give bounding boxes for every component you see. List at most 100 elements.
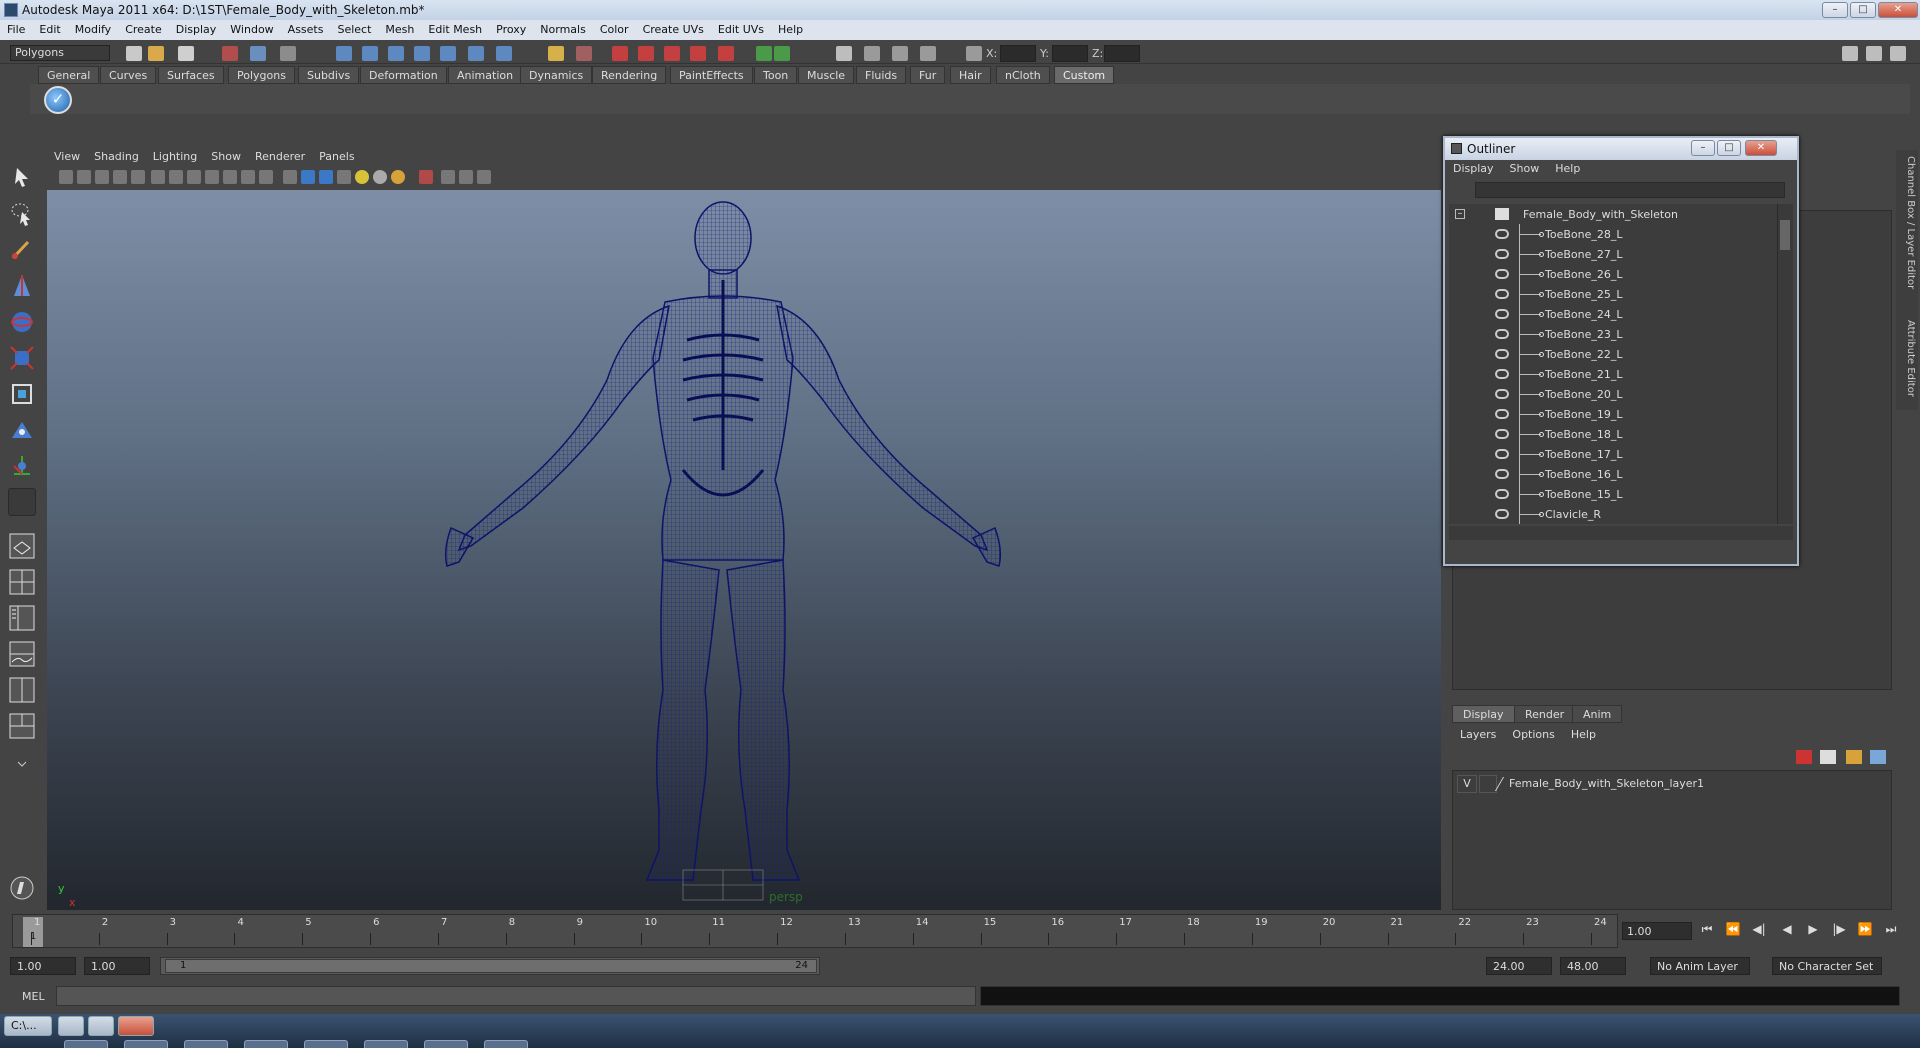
persp-graph-layout-icon[interactable] [8,640,36,668]
outliner-row[interactable]: ToeBone_24_L [1449,304,1777,324]
outliner-title-bar[interactable]: Outliner – □ ✕ [1445,138,1797,160]
shelf-tab-dynamics[interactable]: Dynamics [520,66,593,84]
menu-help[interactable]: Help [771,20,810,36]
toggle-output-icon[interactable] [774,46,790,61]
render-view-icon[interactable] [612,46,628,61]
single-perspective-layout-icon[interactable] [8,532,36,560]
outliner-maximize-button[interactable]: □ [1717,140,1741,156]
layer-menu-layers[interactable]: Layers [1452,726,1504,743]
play-forward-icon[interactable]: ▶ [1802,922,1824,940]
outliner-row[interactable]: ToeBone_20_L [1449,384,1777,404]
range-slider[interactable]: 1 24 [160,957,820,975]
perspective-viewport[interactable]: persp y x [47,190,1441,910]
go-to-end-icon[interactable]: ⏭ [1880,922,1902,940]
menu-modify[interactable]: Modify [68,20,118,36]
menu-create[interactable]: Create [118,20,169,36]
taskbar-app-icon[interactable] [364,1040,408,1048]
shelf-tab-general[interactable]: General [38,66,100,84]
outliner-row[interactable]: ToeBone_27_L [1449,244,1777,264]
taskbar-item[interactable]: C:\... [4,1016,52,1036]
shelf-tab-muscle[interactable]: Muscle [798,66,855,84]
xray-icon[interactable] [441,170,455,184]
select-tool-icon[interactable] [8,164,36,192]
playback-end-field[interactable]: 24.00 [1486,957,1552,975]
close-button[interactable]: ✕ [1878,2,1918,18]
transform-mode-icon[interactable] [966,46,982,61]
bookmark-icon[interactable] [95,170,109,184]
menu-assets[interactable]: Assets [281,20,331,36]
step-forward-frame-icon[interactable]: |▶ [1828,922,1850,940]
channel-box-icon[interactable] [920,46,936,61]
step-back-key-icon[interactable]: ⏪ [1722,922,1744,940]
shelf-tab-rendering[interactable]: Rendering [592,66,667,84]
shelf-tab-painteffects[interactable]: PaintEffects [670,66,753,84]
viewport-menu-panels[interactable]: Panels [312,149,361,164]
history-icon[interactable] [468,46,484,61]
hypershade-persp-layout-icon[interactable] [8,676,36,704]
menu-select[interactable]: Select [330,20,378,36]
current-time-field[interactable]: 1.00 [1622,922,1692,940]
show-manipulator-icon[interactable] [8,452,36,480]
outliner-row[interactable]: ToeBone_18_L [1449,424,1777,444]
snap-grid-icon[interactable] [336,46,352,61]
snap-live-icon[interactable] [440,46,456,61]
toggle-tool-settings-icon[interactable] [1866,46,1882,61]
paint-select-icon[interactable] [8,236,36,264]
menu-proxy[interactable]: Proxy [489,20,533,36]
outliner-row[interactable]: ToeBone_23_L [1449,324,1777,344]
taskbar-app-icon[interactable] [244,1040,288,1048]
range-slider-handle[interactable]: 1 24 [165,959,817,973]
textured-icon[interactable] [337,170,351,184]
taskbar-app-icon[interactable] [484,1040,528,1048]
outliner-horizontal-scrollbar[interactable] [1449,526,1793,540]
play-backward-icon[interactable]: ◀ [1776,922,1798,940]
outliner-menu-help[interactable]: Help [1547,160,1588,177]
isolate-select-icon[interactable] [419,170,433,184]
last-tool-slot[interactable] [8,488,36,516]
manipulator-tool-icon[interactable] [8,380,36,408]
toggle-channel-box-icon[interactable] [1890,46,1906,61]
outliner-row[interactable]: ToeBone_25_L [1449,284,1777,304]
wireframe-on-shaded-icon[interactable] [319,170,333,184]
outliner-close-button[interactable]: ✕ [1745,140,1777,156]
new-layer-icon[interactable] [1846,750,1862,764]
maximize-button[interactable]: □ [1850,2,1876,18]
smooth-shade-icon[interactable] [301,170,315,184]
tab-attribute-editor[interactable]: Attribute Editor [1898,320,1916,397]
viewport-menu-show[interactable]: Show [204,149,248,164]
shelf-tab-ncloth[interactable]: nCloth [996,66,1050,84]
shadows-icon[interactable] [391,170,405,184]
taskbar-app-icon[interactable] [64,1040,108,1048]
menu-set-selector[interactable]: Polygons [10,45,110,61]
camera-attributes-icon[interactable] [77,170,91,184]
shelf-tab-fur[interactable]: Fur [910,66,946,84]
tab-channel-box[interactable]: Channel Box / Layer Editor [1898,156,1916,289]
taskbar-maximize-button[interactable] [88,1016,114,1036]
open-scene-icon[interactable] [148,46,164,61]
2d-pan-zoom-icon[interactable] [131,170,145,184]
toggle-input-icon[interactable] [756,46,772,61]
attribute-editor-icon[interactable] [864,46,880,61]
create-layer-icon[interactable] [1796,750,1812,764]
save-scene-icon[interactable] [178,46,194,61]
xray-joints-icon[interactable] [459,170,473,184]
xray-components-icon[interactable] [477,170,491,184]
menu-color[interactable]: Color [593,20,636,36]
viewport-menu-renderer[interactable]: Renderer [248,149,312,164]
help-query-icon[interactable] [496,46,512,61]
show-hide-panel-icon[interactable] [836,46,852,61]
anim-layer-dropdown[interactable]: No Anim Layer [1650,957,1750,975]
taskbar-app-icon[interactable] [304,1040,348,1048]
layer-tab-display[interactable]: Display [1452,705,1515,723]
toggle-attribute-editor-icon[interactable] [1842,46,1858,61]
layer-menu-options[interactable]: Options [1504,726,1562,743]
new-layer-from-selected-icon[interactable] [1870,750,1886,764]
lasso-tool-icon[interactable] [8,200,36,228]
checkmark-icon[interactable]: ✓ [44,86,72,114]
snap-plane-icon[interactable] [414,46,430,61]
snap-curve-icon[interactable] [362,46,378,61]
create-layer-selected-icon[interactable] [1820,750,1836,764]
viewport-menu-view[interactable]: View [47,149,87,164]
shelf-tab-polygons[interactable]: Polygons [228,66,295,84]
y-field[interactable] [1052,45,1088,62]
